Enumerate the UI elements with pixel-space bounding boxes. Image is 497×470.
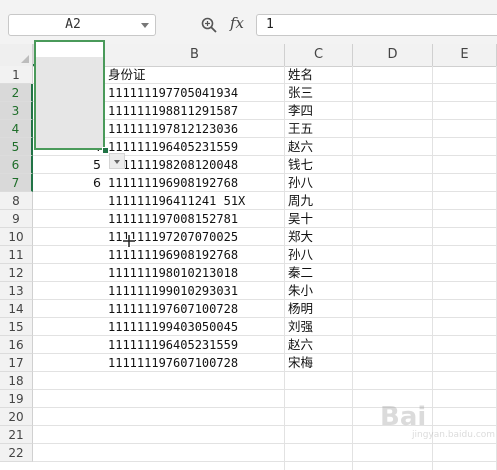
row-header-11[interactable]: 11 [0,246,33,264]
cell-c8[interactable]: 周九 [288,192,313,210]
grid-hline [33,443,497,444]
grid-hline [33,299,497,300]
column-header-b[interactable]: B [105,44,285,66]
grid-vline [352,66,353,470]
cell-c17[interactable]: 宋梅 [288,354,313,372]
grid-hline [33,461,497,462]
fx-icon[interactable]: fx [230,14,244,32]
select-all-corner[interactable] [0,44,33,66]
row-header-18[interactable]: 18 [0,372,33,390]
watermark-text: Bai [380,402,427,432]
cell-b17[interactable]: 111111197607100728 [108,354,238,372]
column-header-c[interactable]: C [285,44,353,66]
grid-hline [33,155,497,156]
row-header-4[interactable]: 4 [0,120,33,138]
chevron-down-icon[interactable] [141,23,149,28]
cell-c6[interactable]: 钱七 [288,156,313,174]
cell-c11[interactable]: 孙八 [288,246,313,264]
grid-hline [33,353,497,354]
row-header-3[interactable]: 3 [0,102,33,120]
grid-hline [33,191,497,192]
name-box[interactable]: A2 [8,14,156,36]
chevron-down-icon[interactable] [114,160,120,164]
cell-b12[interactable]: 111111198010213018 [108,264,238,282]
select-all-icon[interactable] [21,55,29,63]
cell-c3[interactable]: 李四 [288,102,313,120]
grid-hline [33,227,497,228]
row-header-6[interactable]: 6 [0,156,33,174]
watermark: Bai jingyan.baidu.com [360,400,495,440]
cell-c12[interactable]: 秦二 [288,264,313,282]
cell-b15[interactable]: 111111199403050045 [108,318,238,336]
fill-handle[interactable] [102,147,109,154]
cell-b3[interactable]: 111111198811291587 [108,102,238,120]
grid-hline [33,281,497,282]
row-header-12[interactable]: 12 [0,264,33,282]
cell-b5[interactable]: 111111196405231559 [108,138,238,156]
zoom-icon[interactable] [201,17,217,33]
cell-c13[interactable]: 朱小 [288,282,313,300]
active-cell[interactable] [36,42,103,57]
grid-vline [284,66,285,470]
watermark-sub: jingyan.baidu.com [412,430,496,440]
row-header-14[interactable]: 14 [0,300,33,318]
cell-b13[interactable]: 111111199010293031 [108,282,238,300]
grid-hline [33,335,497,336]
move-cursor-icon [123,235,135,247]
grid-hline [33,245,497,246]
cell-c4[interactable]: 王五 [288,120,313,138]
row-header-16[interactable]: 16 [0,336,33,354]
cell-b14[interactable]: 111111197607100728 [108,300,238,318]
row-header-9[interactable]: 9 [0,210,33,228]
row-header-21[interactable]: 21 [0,426,33,444]
formula-input[interactable]: 1 [256,14,497,36]
row-header-20[interactable]: 20 [0,408,33,426]
name-box-value[interactable]: A2 [9,15,137,35]
cell-c5[interactable]: 赵六 [288,138,313,156]
cell-b11[interactable]: 111111196908192768 [108,246,238,264]
cell-a7[interactable]: 6 [33,174,101,192]
row-header-2[interactable]: 2 [0,84,33,102]
formula-value[interactable]: 1 [266,15,274,35]
cell-c2[interactable]: 张三 [288,84,313,102]
cell-b8[interactable]: 111111196411241 51X [108,192,245,210]
cell-b1[interactable]: 身份证 [108,66,146,84]
cell-b7[interactable]: 111111196908192768 [108,174,238,192]
cell-c1[interactable]: 姓名 [288,66,313,84]
grid-hline [33,389,497,390]
cell-b2[interactable]: 111111197705041934 [108,84,238,102]
cell-b4[interactable]: 111111197812123036 [108,120,238,138]
cell-b6[interactable]: 111111198208120048 [108,156,238,174]
cell-c16[interactable]: 赵六 [288,336,313,354]
cell-c10[interactable]: 郑大 [288,228,313,246]
row-header-1[interactable]: 1 [0,66,33,84]
cell-b9[interactable]: 111111197008152781 [108,210,238,228]
grid-hline [33,371,497,372]
autofill-options-button[interactable] [109,153,125,169]
grid-hline [33,209,497,210]
cell-a6[interactable]: 5 [33,156,101,174]
cell-c7[interactable]: 孙八 [288,174,313,192]
row-header-7[interactable]: 7 [0,174,33,192]
row-header-17[interactable]: 17 [0,354,33,372]
row-header-5[interactable]: 5 [0,138,33,156]
grid-hline [33,173,497,174]
row-header-19[interactable]: 19 [0,390,33,408]
row-header-8[interactable]: 8 [0,192,33,210]
grid-hline [33,317,497,318]
formula-toolbar: A2 fx 1 [0,0,497,45]
row-header-15[interactable]: 15 [0,318,33,336]
cell-c9[interactable]: 吴十 [288,210,313,228]
cell-c15[interactable]: 刘强 [288,318,313,336]
row-header-13[interactable]: 13 [0,282,33,300]
grid-hline [33,263,497,264]
row-header-22[interactable]: 22 [0,444,33,462]
cell-b16[interactable]: 111111196405231559 [108,336,238,354]
cell-c14[interactable]: 杨明 [288,300,313,318]
column-header-e[interactable]: E [433,44,497,66]
column-header-d[interactable]: D [353,44,433,66]
row-header-10[interactable]: 10 [0,228,33,246]
